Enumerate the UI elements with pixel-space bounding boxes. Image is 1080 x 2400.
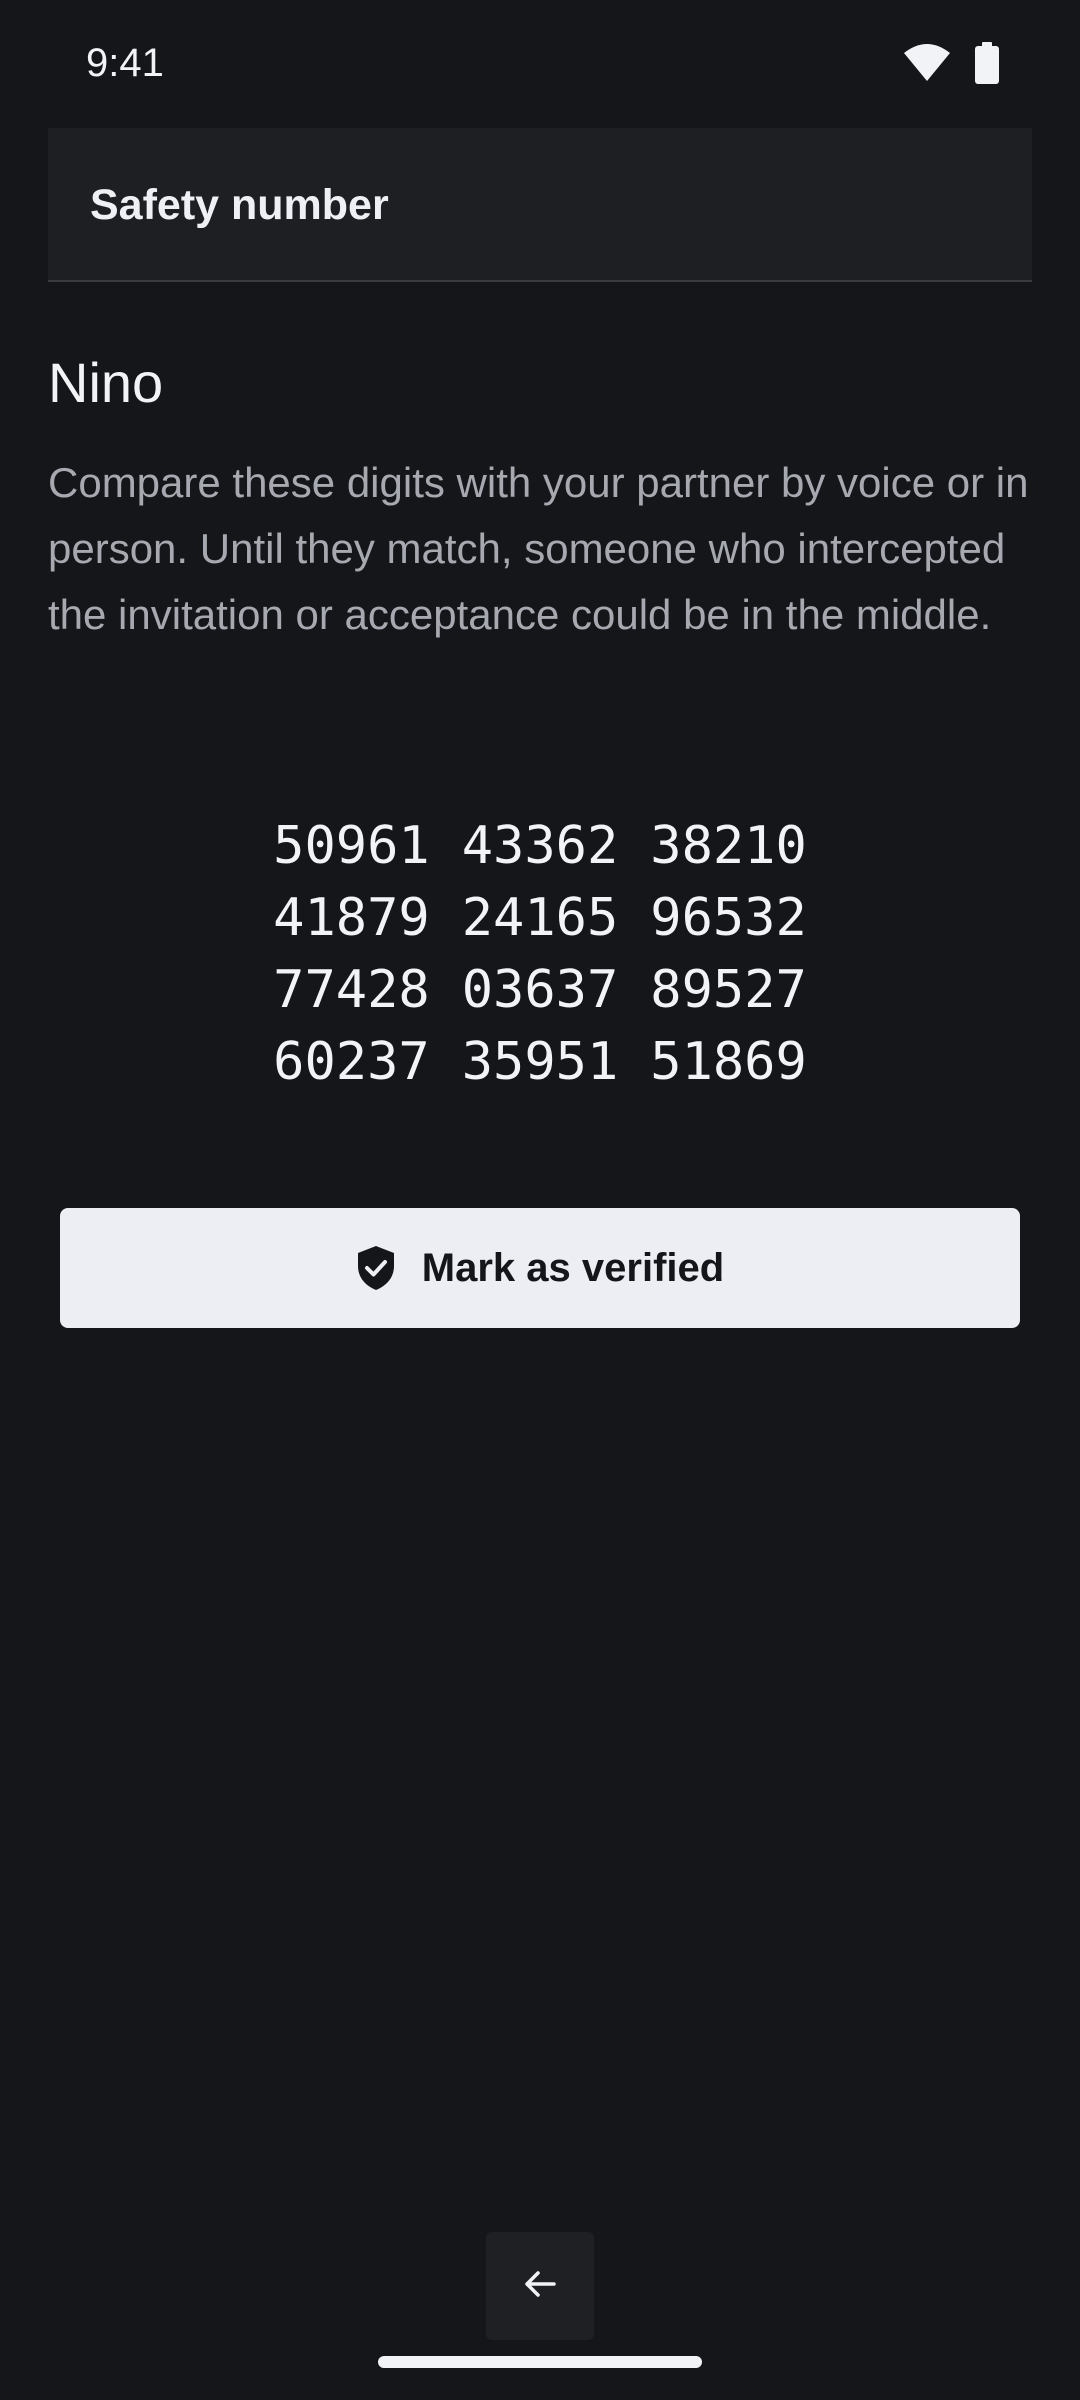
safety-number-group: 41879 xyxy=(273,888,430,948)
home-indicator[interactable] xyxy=(378,2356,702,2368)
battery-icon xyxy=(974,42,1000,84)
wifi-icon xyxy=(902,43,952,83)
page-title: Safety number xyxy=(90,181,389,229)
shield-check-icon xyxy=(356,1245,396,1291)
safety-number-group: 24165 xyxy=(461,888,619,948)
safety-number-group: 03637 xyxy=(461,960,619,1020)
safety-number-group: 60237 xyxy=(273,1032,430,1092)
back-button[interactable] xyxy=(486,2232,594,2340)
safety-number-row: 41879 24165 96532 xyxy=(273,882,807,954)
status-time: 9:41 xyxy=(86,41,164,85)
safety-number-group: 38210 xyxy=(650,816,807,876)
contact-name: Nino xyxy=(48,351,164,414)
arrow-left-icon xyxy=(520,2264,560,2309)
mark-as-verified-button[interactable]: Mark as verified xyxy=(60,1208,1020,1328)
safety-number-group: 89527 xyxy=(650,960,807,1020)
safety-number-group: 43362 xyxy=(461,816,619,876)
mark-as-verified-label: Mark as verified xyxy=(421,1245,725,1290)
safety-number-screen: 9:41 Safety number Nino Compare these di… xyxy=(0,0,1080,2400)
status-icons xyxy=(902,42,1000,84)
safety-number-row: 77428 03637 89527 xyxy=(273,954,807,1026)
verification-description: Compare these digits with your partner b… xyxy=(48,459,1029,638)
safety-number-grid: 50961 43362 38210 41879 24165 96532 7742… xyxy=(0,810,1080,1098)
status-bar: 9:41 xyxy=(0,0,1080,128)
safety-number-row: 60237 35951 51869 xyxy=(273,1026,807,1098)
safety-number-group: 35951 xyxy=(461,1032,619,1092)
safety-number-group: 50961 xyxy=(273,816,430,876)
safety-number-row: 50961 43362 38210 xyxy=(273,810,807,882)
safety-number-group: 51869 xyxy=(650,1032,807,1092)
safety-number-group: 77428 xyxy=(273,960,430,1020)
app-bar: Safety number xyxy=(48,128,1032,282)
safety-number-group: 96532 xyxy=(650,888,807,948)
